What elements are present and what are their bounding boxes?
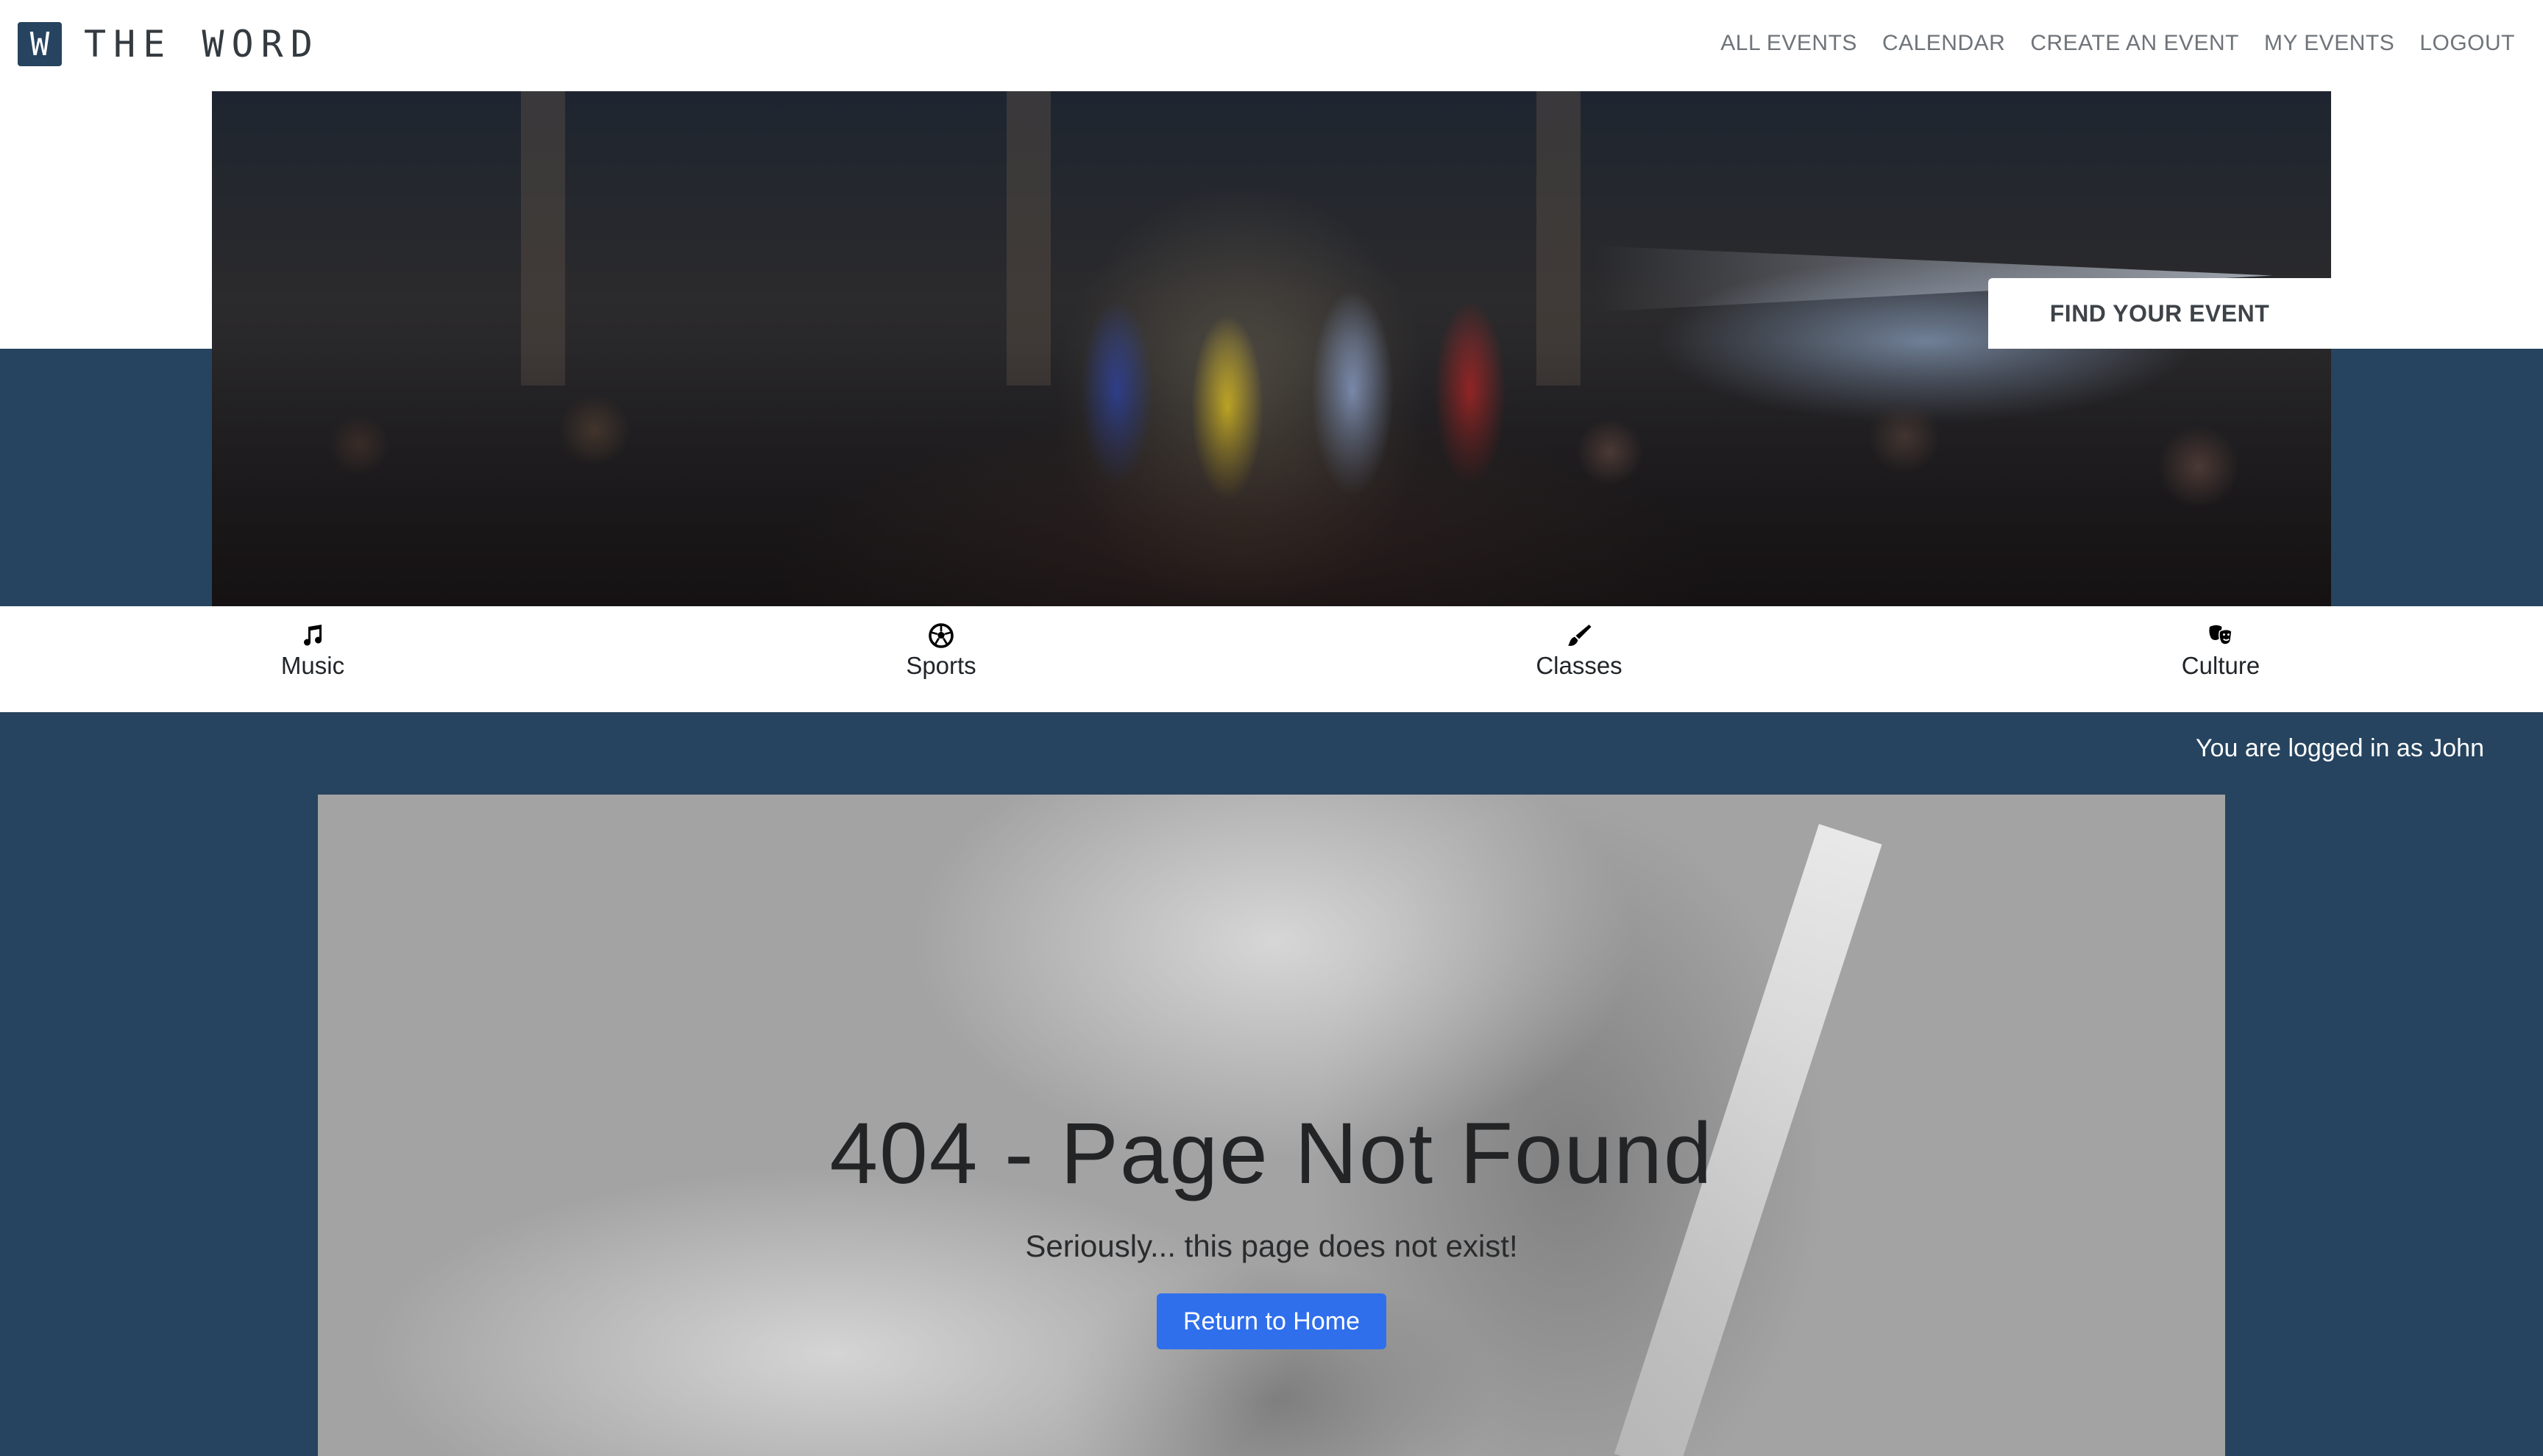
logo-badge[interactable]: W bbox=[18, 22, 62, 66]
soccer-ball-icon bbox=[929, 623, 954, 648]
category-label: Culture bbox=[2181, 652, 2260, 679]
category-music[interactable]: Music bbox=[224, 622, 401, 696]
find-your-event-button[interactable]: FIND YOUR EVENT bbox=[1988, 278, 2331, 349]
brand-name[interactable]: THE WORD bbox=[84, 22, 320, 66]
category-label: Music bbox=[280, 652, 345, 679]
music-note-icon bbox=[304, 625, 322, 646]
login-status: You are logged in as John bbox=[2196, 734, 2484, 762]
category-culture[interactable]: Culture bbox=[2132, 622, 2309, 696]
hero-image bbox=[212, 91, 2331, 606]
nav-logout[interactable]: LOGOUT bbox=[2419, 31, 2515, 56]
category-classes[interactable]: Classes bbox=[1491, 622, 1667, 696]
top-navbar: W THE WORD ALL EVENTS CALENDAR CREATE AN… bbox=[0, 0, 2543, 91]
nav-create-event[interactable]: CREATE AN EVENT bbox=[2030, 31, 2239, 56]
nav-calendar[interactable]: CALENDAR bbox=[1882, 31, 2005, 56]
category-label: Classes bbox=[1536, 652, 1622, 679]
category-sports[interactable]: Sports bbox=[853, 622, 1029, 696]
hero-crowd bbox=[212, 341, 2331, 606]
theater-masks-icon bbox=[2209, 625, 2232, 645]
error-panel: 404 - Page Not Found Seriously... this p… bbox=[318, 795, 2225, 1456]
error-title: 404 - Page Not Found bbox=[829, 1105, 1714, 1202]
nav-all-events[interactable]: ALL EVENTS bbox=[1720, 31, 1857, 56]
category-label: Sports bbox=[906, 652, 976, 679]
category-bar: Music Sports Classes Culture bbox=[0, 606, 2543, 712]
nav-my-events[interactable]: MY EVENTS bbox=[2264, 31, 2394, 56]
return-home-button[interactable]: Return to Home bbox=[1157, 1293, 1386, 1349]
paintbrush-icon bbox=[1568, 625, 1592, 646]
main-nav: ALL EVENTS CALENDAR CREATE AN EVENT MY E… bbox=[1720, 25, 2515, 62]
error-subtitle: Seriously... this page does not exist! bbox=[1025, 1229, 1518, 1263]
